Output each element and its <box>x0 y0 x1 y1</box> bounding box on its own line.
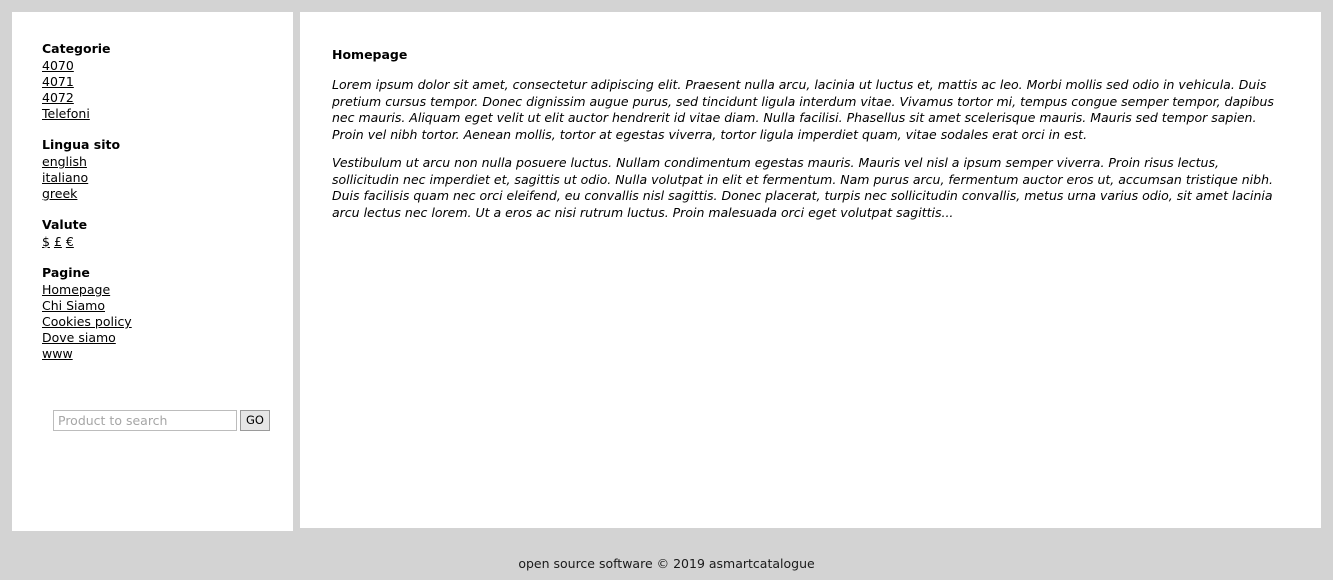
sidebar-link-dove-siamo[interactable]: Dove siamo <box>42 330 116 346</box>
search-input[interactable] <box>53 410 237 431</box>
content-columns: Categorie 4070 4071 4072 Telefoni Lingua… <box>12 12 1321 531</box>
sidebar: Categorie 4070 4071 4072 Telefoni Lingua… <box>12 12 293 531</box>
sidebar-block-valute: Valute $ £ € <box>42 216 293 250</box>
content-paragraph-2: Vestibulum ut arcu non nulla posuere luc… <box>332 155 1273 220</box>
sidebar-heading-lingua-sito: Lingua sito <box>42 137 121 152</box>
page-title: Homepage <box>332 47 408 62</box>
main-content-panel: Homepage Lorem ipsum dolor sit amet, con… <box>300 12 1321 528</box>
sidebar-heading-valute: Valute <box>42 217 88 232</box>
sidebar-heading-pagine: Pagine <box>42 265 90 280</box>
sidebar-link-4070[interactable]: 4070 <box>42 58 74 74</box>
sidebar-link-www[interactable]: www <box>42 346 73 362</box>
currency-link-eur[interactable]: € <box>66 234 74 249</box>
sidebar-link-4072[interactable]: 4072 <box>42 90 74 106</box>
currency-link-gbp[interactable]: £ <box>54 234 62 249</box>
page-root: Categorie 4070 4071 4072 Telefoni Lingua… <box>0 0 1333 580</box>
search-go-button[interactable]: GO <box>240 410 270 431</box>
sidebar-block-pagine: Pagine Homepage Chi Siamo Cookies policy… <box>42 264 293 362</box>
product-search-form: GO <box>53 410 270 431</box>
sidebar-block-categorie: Categorie 4070 4071 4072 Telefoni <box>42 40 293 122</box>
footer: open source software © 2019 asmartcatalo… <box>0 556 1333 572</box>
sidebar-link-greek[interactable]: greek <box>42 186 77 202</box>
sidebar-link-english[interactable]: english <box>42 154 87 170</box>
currency-link-usd[interactable]: $ <box>42 234 50 249</box>
footer-text: open source software © 2019 asmartcatalo… <box>518 556 815 571</box>
sidebar-link-homepage[interactable]: Homepage <box>42 282 110 298</box>
sidebar-block-lingua-sito: Lingua sito english italiano greek <box>42 136 293 202</box>
currency-links-row: $ £ € <box>42 234 293 250</box>
sidebar-link-telefoni[interactable]: Telefoni <box>42 106 90 122</box>
sidebar-link-chi-siamo[interactable]: Chi Siamo <box>42 298 105 314</box>
sidebar-link-cookies-policy[interactable]: Cookies policy <box>42 314 132 330</box>
sidebar-link-4071[interactable]: 4071 <box>42 74 74 90</box>
content-paragraph-1: Lorem ipsum dolor sit amet, consectetur … <box>332 77 1274 142</box>
sidebar-heading-categorie: Categorie <box>42 41 111 56</box>
sidebar-link-italiano[interactable]: italiano <box>42 170 88 186</box>
